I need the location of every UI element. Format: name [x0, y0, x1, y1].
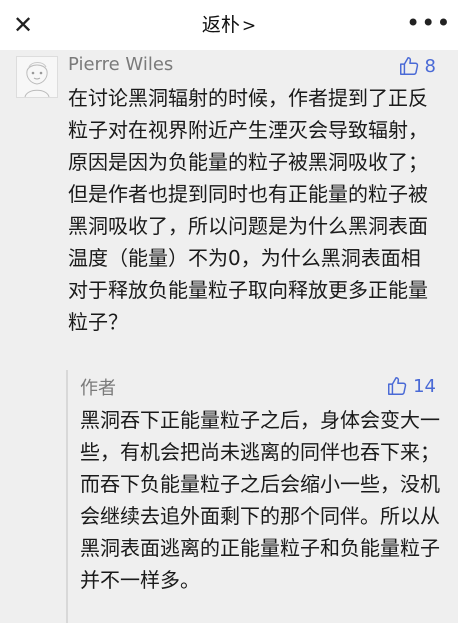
comment-author-name[interactable]: Pierre Wiles [68, 54, 173, 75]
chevron-right-icon: > [241, 16, 257, 36]
top-bar: ✕ 返朴 > ••• [0, 0, 458, 50]
comment-like-button[interactable]: 8 [398, 54, 436, 78]
reply-body: 黑洞吞下正能量粒子之后，身体会变大一些，有机会把尚未逃离的同伴也吞下来；而吞下负… [80, 408, 440, 592]
reply-like-button[interactable]: 14 [386, 374, 436, 398]
reply-like-count: 14 [413, 375, 436, 397]
reply-author-name: 作者 [80, 378, 116, 399]
more-button[interactable]: ••• [406, 8, 450, 42]
avatar[interactable] [16, 56, 58, 98]
thumbs-up-icon [388, 377, 407, 395]
account-name: 返朴 [201, 14, 240, 36]
author-reply: 作者 14 黑洞吞下正能量粒子之后，身体会变大一些，有机会把尚未逃离的同伴也吞下… [66, 370, 458, 623]
page-title[interactable]: 返朴 > [0, 0, 458, 50]
comment-item: Pierre Wiles 8 在讨论黑洞辐射的时候，作者提到了正反粒子对在视界附… [0, 50, 458, 623]
thumbs-up-icon [399, 57, 418, 75]
more-icon: ••• [406, 9, 452, 37]
comment-body: 在讨论黑洞辐射的时候，作者提到了正反粒子对在视界附近产生湮灭会导致辐射，原因是因… [68, 86, 428, 334]
avatar-sketch-icon [17, 57, 57, 98]
comment-like-count: 8 [424, 55, 436, 77]
